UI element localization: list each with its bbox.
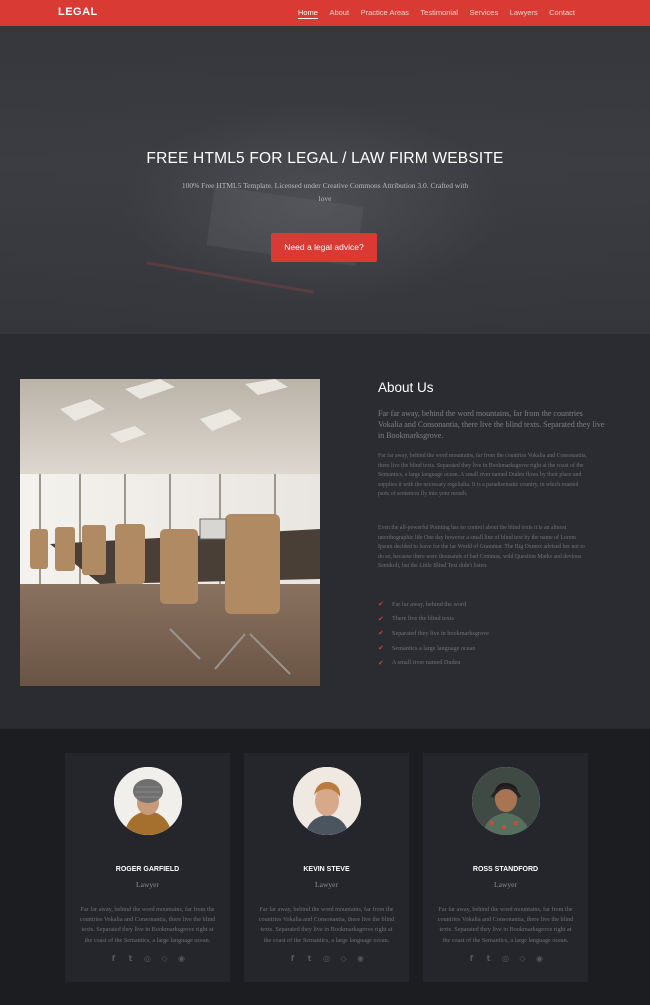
dribbble-icon[interactable]: ◎ — [143, 953, 153, 963]
main-menu: Home About Practice Areas Testimonial Se… — [286, 8, 575, 19]
list-item: ✔ There live the blind texts — [378, 614, 454, 623]
avatar — [472, 767, 540, 835]
lawyer-name: ROSS STANDFORD — [472, 866, 539, 873]
lawyer-card: ROSS STANDFORD Lawyer Far far away, behi… — [423, 753, 588, 982]
check-icon: ✔ — [378, 644, 384, 653]
lawyer-role: Lawyer — [136, 880, 159, 889]
nav-item-practice-areas[interactable]: Practice Areas — [361, 8, 409, 19]
facebook-icon[interactable]: f — [288, 953, 298, 963]
codepen-icon[interactable]: ◇ — [518, 953, 528, 963]
about-section: About Us Far far away, behind the word m… — [0, 334, 650, 729]
conference-room-photo — [20, 379, 320, 686]
list-item: ✔ Separated they live in bookmarksgrove — [378, 629, 489, 638]
list-item: ✔ Far far away, behind the word — [378, 600, 467, 609]
lawyer-name: ROGER GARFIELD — [115, 866, 180, 873]
top-navbar: LEGAL Home About Practice Areas Testimon… — [0, 0, 650, 26]
social-links: f t ◎ ◇ ◉ — [244, 953, 409, 963]
check-icon: ✔ — [378, 614, 384, 623]
codepen-icon[interactable]: ◇ — [160, 953, 170, 963]
hero-section: FREE HTML5 FOR LEGAL / LAW FIRM WEBSITE … — [0, 26, 650, 334]
nav-item-services[interactable]: Services — [469, 8, 498, 19]
check-icon: ✔ — [378, 658, 384, 667]
about-checklist: ✔ Far far away, behind the word ✔ There li… — [378, 597, 489, 670]
twitter-icon[interactable]: t — [126, 953, 136, 963]
github-icon[interactable]: ◉ — [177, 953, 187, 963]
nav-item-contact[interactable]: Contact — [549, 8, 575, 19]
dribbble-icon[interactable]: ◎ — [322, 953, 332, 963]
avatar — [293, 767, 361, 835]
lawyer-bio: Far far away, behind the word mountains,… — [258, 906, 395, 944]
about-lead: Far far away, behind the word mountains,… — [378, 409, 605, 440]
site-logo[interactable]: LEGAL — [58, 6, 98, 18]
lawyer-role: Lawyer — [494, 880, 517, 889]
list-item: ✔ A small river named Duden — [378, 658, 461, 667]
team-section: ROGER GARFIELD Lawyer Far far away, behi… — [0, 729, 650, 1005]
about-heading: About Us — [378, 380, 434, 395]
github-icon[interactable]: ◉ — [535, 953, 545, 963]
lawyer-name: KEVIN STEVE — [303, 866, 350, 873]
legal-advice-button[interactable]: Need a legal advice? — [271, 233, 377, 262]
check-icon: ✔ — [378, 600, 384, 609]
github-icon[interactable]: ◉ — [356, 953, 366, 963]
codepen-icon[interactable]: ◇ — [339, 953, 349, 963]
lawyer-card: ROGER GARFIELD Lawyer Far far away, behi… — [65, 753, 230, 982]
twitter-icon[interactable]: t — [484, 953, 494, 963]
about-paragraph-2: Even the all-powerful Pointing has no co… — [378, 525, 585, 570]
list-item: ✔ Semantics a large language ocean — [378, 644, 476, 653]
dribbble-icon[interactable]: ◎ — [501, 953, 511, 963]
facebook-icon[interactable]: f — [109, 953, 119, 963]
check-icon: ✔ — [378, 629, 384, 638]
about-paragraph-1: Far far away, behind the word mountains,… — [378, 453, 588, 498]
nav-item-testimonial[interactable]: Testimonial — [420, 8, 458, 19]
lawyer-bio: Far far away, behind the word mountains,… — [437, 906, 574, 944]
hero-subtitle: 100% Free HTML5 Template. Licensed under… — [181, 181, 469, 203]
lawyer-bio: Far far away, behind the word mountains,… — [79, 906, 216, 944]
nav-item-home[interactable]: Home — [297, 8, 318, 19]
avatar — [114, 767, 182, 835]
lawyer-card: KEVIN STEVE Lawyer Far far away, behind … — [244, 753, 409, 982]
social-links: f t ◎ ◇ ◉ — [65, 953, 230, 963]
social-links: f t ◎ ◇ ◉ — [423, 953, 588, 963]
nav-item-about[interactable]: About — [329, 8, 349, 19]
nav-item-lawyers[interactable]: Lawyers — [510, 8, 538, 19]
twitter-icon[interactable]: t — [305, 953, 315, 963]
facebook-icon[interactable]: f — [467, 953, 477, 963]
hero-title: FREE HTML5 FOR LEGAL / LAW FIRM WEBSITE — [146, 150, 504, 167]
lawyer-role: Lawyer — [315, 880, 338, 889]
